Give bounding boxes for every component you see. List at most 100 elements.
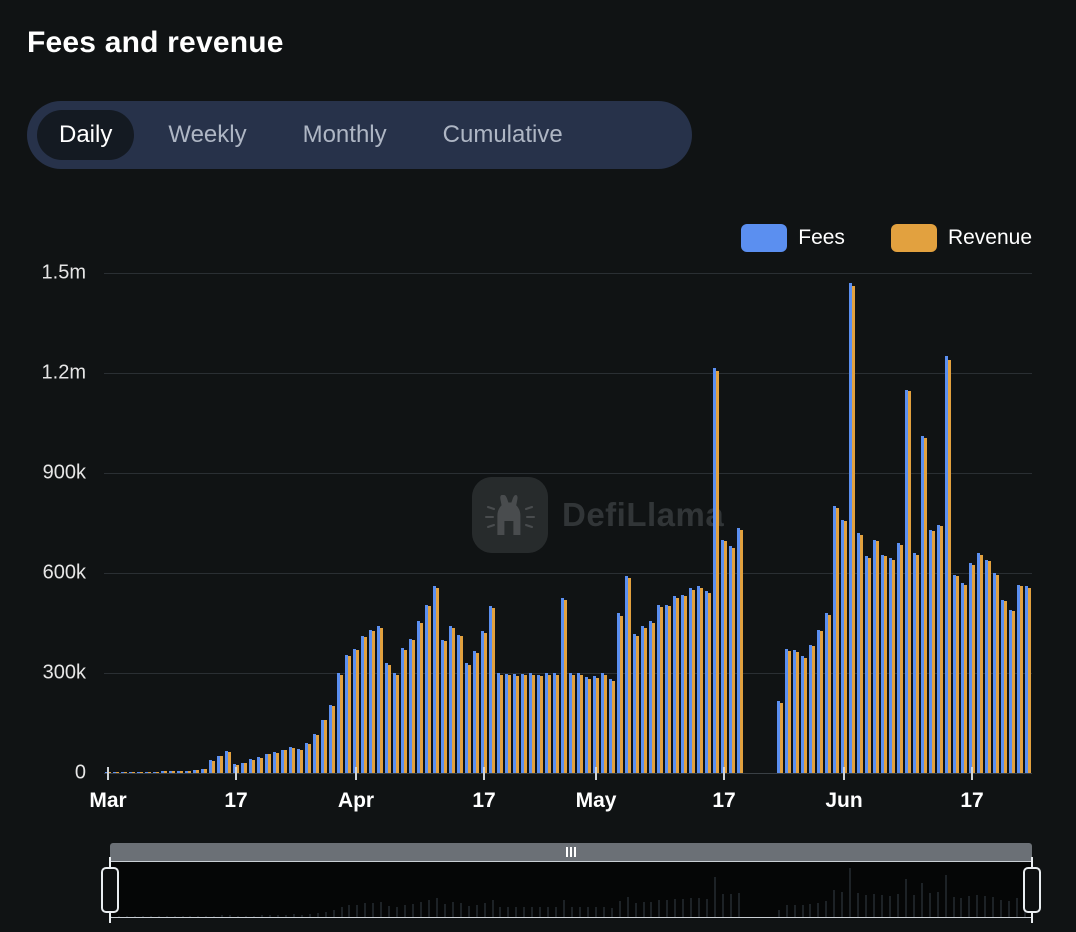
slider-mini-bar [531, 907, 533, 917]
bar-revenue [500, 675, 503, 773]
slider-mini-bar [571, 907, 573, 917]
x-axis-tick-label: 17 [224, 789, 247, 813]
y-axis-tick-label: 600k [0, 562, 86, 585]
bar-revenue [476, 653, 479, 773]
slider-mini-bar [245, 916, 247, 917]
slider-mini-bar [825, 901, 827, 917]
bar-revenue [636, 636, 639, 773]
bar-revenue [332, 706, 335, 773]
bar-revenue [708, 593, 711, 773]
slider-mini-bar [603, 907, 605, 917]
slider-mini-bar [881, 895, 883, 917]
bar-revenue [612, 681, 615, 773]
bar-revenue [492, 608, 495, 773]
slider-mini-bar [325, 912, 327, 917]
bar-revenue [340, 675, 343, 773]
x-axis-tick-label: Apr [338, 789, 374, 813]
bar-revenue [156, 772, 159, 773]
slider-preview[interactable] [110, 861, 1032, 918]
slider-mini-bar [492, 900, 494, 917]
slider-mini-bar [849, 868, 851, 917]
bar-revenue [284, 750, 287, 773]
slider-mini-bar [142, 916, 144, 917]
handle-stem-bottom [109, 911, 111, 923]
bar-revenue [804, 658, 807, 773]
slider-mini-bar [317, 913, 319, 917]
gridline [104, 773, 1032, 774]
bar-revenue [324, 720, 327, 773]
bar-revenue [684, 596, 687, 773]
y-axis-tick-label: 900k [0, 462, 86, 485]
bar-revenue [212, 761, 215, 773]
bar-revenue [980, 555, 983, 773]
bar-revenue [444, 641, 447, 773]
slider-mini-bar [658, 900, 660, 917]
bar-revenue [820, 631, 823, 773]
x-axis-tick [235, 767, 237, 780]
bar-revenue [132, 772, 135, 773]
bar-revenue [732, 548, 735, 773]
slider-handle-left[interactable] [101, 867, 119, 913]
bar-revenue [940, 526, 943, 773]
x-axis-tick-label: 17 [472, 789, 495, 813]
bar-revenue [932, 531, 935, 773]
slider-mini-bar [468, 906, 470, 917]
bar-revenue [972, 565, 975, 773]
slider-mini-bar [738, 893, 740, 918]
slider-mini-bar [579, 907, 581, 917]
bar-revenue [244, 763, 247, 773]
slider-mini-bar [166, 916, 168, 917]
bar-revenue [292, 748, 295, 773]
bar-revenue [260, 758, 263, 773]
slider-mini-bar [595, 907, 597, 917]
slider-mini-bar [253, 916, 255, 917]
slider-mini-bar [460, 903, 462, 917]
slider-mini-bar [794, 905, 796, 917]
bar-revenue [828, 615, 831, 773]
bar-revenue [316, 735, 319, 773]
slider-mini-bar [913, 895, 915, 917]
bar-revenue [436, 588, 439, 773]
slider-drag-track[interactable] [110, 843, 1032, 861]
slider-mini-bar [515, 907, 517, 917]
x-axis-tick [483, 767, 485, 780]
slider-mini-bar [905, 879, 907, 917]
bar-revenue [1028, 588, 1031, 773]
bar-revenue [188, 771, 191, 773]
bar-revenue [908, 391, 911, 773]
slider-handle-right[interactable] [1023, 867, 1041, 913]
slider-mini-bar [945, 875, 947, 917]
slider-mini-bar [293, 914, 295, 917]
slider-mini-bar [802, 905, 804, 917]
slider-mini-bar [205, 916, 207, 917]
data-zoom-slider[interactable] [110, 843, 1032, 921]
bar-revenue [220, 756, 223, 773]
slider-mini-bar [213, 916, 215, 917]
slider-mini-bar [897, 894, 899, 917]
bar-revenue [116, 772, 119, 773]
slider-mini-bar [221, 915, 223, 917]
bar-revenue [1012, 611, 1015, 773]
slider-mini-bar [261, 915, 263, 917]
slider-mini-bar [484, 903, 486, 917]
slider-mini-bar [1008, 901, 1010, 917]
slider-mini-bar [889, 896, 891, 918]
bar-revenue [124, 772, 127, 773]
bar-revenue [796, 652, 799, 773]
bar-revenue [628, 578, 631, 773]
slider-mini-bar [555, 907, 557, 917]
bar-revenue [876, 541, 879, 773]
bar-revenue [548, 675, 551, 773]
slider-mini-bar [277, 915, 279, 917]
slider-mini-bar [341, 907, 343, 917]
slider-mini-bar [953, 897, 955, 917]
bar-revenue [164, 771, 167, 773]
bar-revenue [524, 675, 527, 773]
bar-revenue [812, 646, 815, 773]
slider-mini-bar [992, 897, 994, 917]
bar-revenue [196, 770, 199, 773]
x-axis-tick-label: Mar [89, 789, 126, 813]
bar-revenue [140, 772, 143, 773]
bar-revenue [860, 535, 863, 773]
bar-revenue [740, 530, 743, 773]
